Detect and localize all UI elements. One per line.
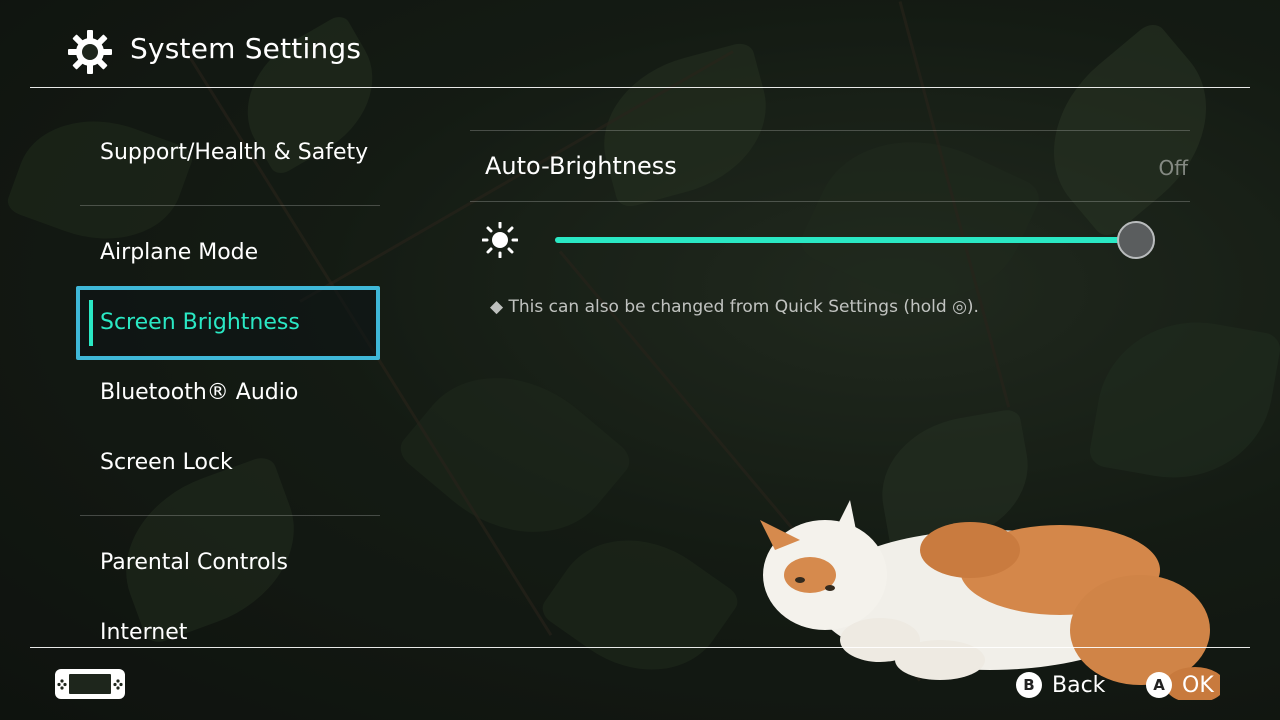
brightness-slider-track[interactable] <box>555 237 1155 243</box>
settings-nav: Support/Health & Safety Airplane Mode Sc… <box>0 88 420 647</box>
nav-item-airplane-mode[interactable]: Airplane Mode <box>100 240 258 265</box>
header: System Settings <box>0 0 1280 88</box>
quick-settings-hint: ◆ This can also be changed from Quick Se… <box>490 297 979 317</box>
nav-item-support-health-safety[interactable]: Support/Health & Safety <box>100 140 368 165</box>
sun-icon <box>482 222 518 258</box>
nav-item-parental-controls[interactable]: Parental Controls <box>100 550 288 575</box>
nav-item-internet[interactable]: Internet <box>100 620 187 645</box>
nav-divider <box>80 515 380 516</box>
auto-brightness-value: Off <box>1158 156 1188 180</box>
back-button[interactable]: B Back <box>1016 670 1105 700</box>
a-button-icon: A <box>1146 672 1172 698</box>
cat-image <box>760 500 1220 700</box>
nav-divider <box>80 205 380 206</box>
brightness-slider-thumb[interactable] <box>1117 221 1155 259</box>
console-icon <box>55 669 125 699</box>
nav-item-screen-lock[interactable]: Screen Lock <box>100 450 233 475</box>
auto-brightness-row[interactable]: Auto-Brightness Off <box>470 130 1190 201</box>
nav-item-screen-brightness[interactable]: Screen Brightness <box>76 286 380 360</box>
footer-divider <box>30 647 1250 648</box>
page-title: System Settings <box>130 32 362 65</box>
panel-divider <box>470 201 1190 202</box>
b-button-icon: B <box>1016 672 1042 698</box>
brightness-slider-fill <box>555 237 1136 243</box>
selection-indicator <box>89 300 93 346</box>
ok-label: OK <box>1182 672 1214 698</box>
gear-icon <box>68 30 112 74</box>
nav-item-label: Screen Brightness <box>100 310 300 335</box>
auto-brightness-label: Auto-Brightness <box>485 152 677 180</box>
nav-item-bluetooth-audio[interactable]: Bluetooth® Audio <box>100 380 298 405</box>
ok-button[interactable]: A OK <box>1146 670 1214 700</box>
back-label: Back <box>1052 672 1106 698</box>
